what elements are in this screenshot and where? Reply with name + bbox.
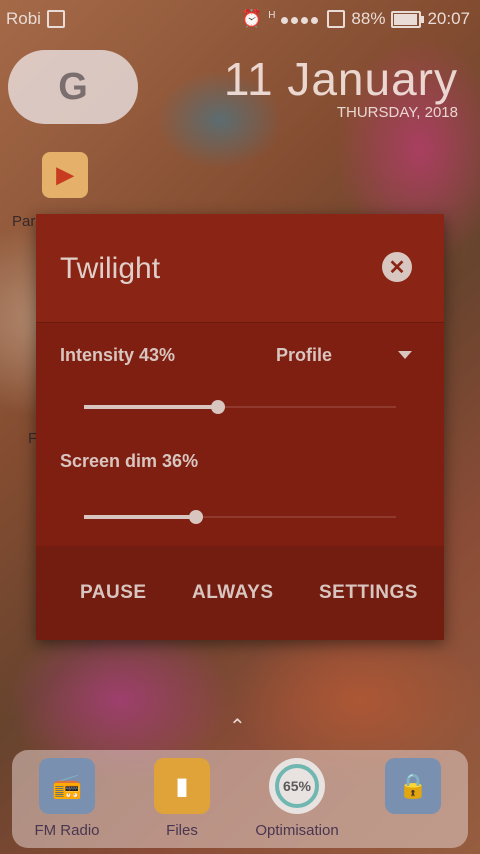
- google-icon: G: [58, 65, 88, 108]
- radio-icon: 📻: [39, 758, 95, 814]
- profile-dropdown[interactable]: Profile: [276, 345, 332, 366]
- app-dock: 📻 FM Radio ▮ Files 65% Optimisation 🔒: [12, 750, 468, 848]
- intensity-slider[interactable]: [84, 397, 396, 417]
- always-button[interactable]: ALWAYS: [192, 582, 274, 604]
- screen-dim-label: Screen dim 36%: [60, 451, 199, 471]
- dock-item-fm-radio[interactable]: 📻 FM Radio: [12, 750, 122, 839]
- carrier-label: Robi: [6, 9, 41, 28]
- dock-item-optimisation[interactable]: 65% Optimisation: [242, 750, 352, 839]
- signal-dots-icon: [281, 9, 321, 29]
- app-label-partial: Par: [12, 213, 36, 230]
- twilight-dialog: Twilight ✕ Intensity 43% Profile Screen …: [36, 214, 444, 640]
- intensity-label: Intensity 43%: [60, 345, 176, 365]
- app-shortcut-icon[interactable]: ▶: [42, 152, 88, 198]
- dialog-title: Twilight: [60, 252, 161, 285]
- image-icon: [46, 10, 65, 28]
- status-bar: Robi ⏰ H 88% 20:07: [0, 0, 480, 38]
- dock-item-lock[interactable]: 🔒: [358, 750, 468, 822]
- slider-thumb[interactable]: [189, 510, 203, 524]
- slider-fill: [84, 405, 218, 409]
- alarm-icon: ⏰: [241, 9, 263, 28]
- close-icon[interactable]: ✕: [382, 252, 412, 282]
- dialog-actions: PAUSE ALWAYS SETTINGS: [36, 546, 444, 640]
- settings-button[interactable]: SETTINGS: [319, 582, 418, 604]
- sim-icon: [327, 10, 346, 28]
- date-widget[interactable]: 11 January THURSDAY, 2018: [224, 52, 458, 121]
- battery-percent: 88%: [351, 9, 386, 28]
- clock-time: 20:07: [427, 9, 470, 28]
- slider-fill: [84, 515, 196, 519]
- folder-icon: ▮: [154, 758, 210, 814]
- battery-icon: [391, 10, 425, 28]
- network-type-label: H: [268, 9, 276, 21]
- lock-icon: 🔒: [385, 758, 441, 814]
- chevron-down-icon[interactable]: [398, 351, 412, 359]
- dock-item-label: Optimisation: [255, 822, 339, 839]
- day-text: THURSDAY, 2018: [336, 104, 458, 121]
- dialog-header: Twilight ✕: [36, 214, 444, 323]
- date-text: 11 January: [223, 53, 458, 105]
- dialog-body: Intensity 43% Profile Screen dim 36%: [36, 323, 444, 547]
- dock-item-label: Files: [166, 822, 198, 839]
- slider-thumb[interactable]: [211, 400, 225, 414]
- dock-item-label: FM Radio: [34, 822, 100, 839]
- optimisation-value: 65%: [275, 764, 319, 808]
- screen-dim-slider[interactable]: [84, 507, 396, 527]
- optimisation-icon: 65%: [269, 758, 325, 814]
- google-search-widget[interactable]: G: [8, 50, 138, 124]
- dock-item-files[interactable]: ▮ Files: [127, 750, 237, 839]
- chevron-up-icon[interactable]: ⌃: [229, 714, 246, 739]
- pause-button[interactable]: PAUSE: [80, 582, 147, 604]
